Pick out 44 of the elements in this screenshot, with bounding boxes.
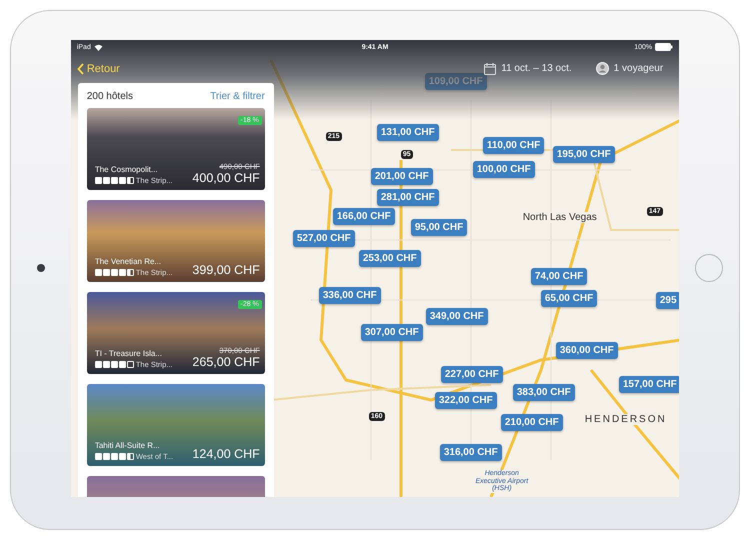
calendar-icon (484, 62, 496, 74)
price-pin[interactable]: 210,00 CHF (500, 414, 563, 431)
person-icon (596, 62, 609, 75)
price-pin[interactable]: 360,00 CHF (556, 342, 618, 359)
price-pin[interactable]: 201,00 CHF (370, 168, 433, 185)
wifi-icon (94, 44, 103, 50)
battery-icon (655, 43, 674, 51)
price-pin[interactable]: 253,00 CHF (358, 250, 421, 267)
hotel-name: The Cosmopolit... (94, 165, 159, 174)
home-button[interactable] (695, 254, 724, 282)
traveler-button[interactable]: 1 voyageur (596, 62, 664, 75)
chevron-left-icon (76, 62, 84, 74)
price-pin[interactable]: 281,00 CHF (376, 189, 439, 206)
price-pin[interactable]: 307,00 CHF (360, 324, 423, 341)
price-pin[interactable]: 295 (656, 292, 680, 309)
hotel-price: 400,00 CHF (192, 171, 260, 185)
price-pin[interactable]: 527,00 CHF (292, 230, 355, 247)
price-pin[interactable]: 74,00 CHF (530, 268, 588, 285)
price-pin[interactable]: 65,00 CHF (540, 290, 598, 307)
price-pin[interactable]: 131,00 CHF (376, 124, 439, 141)
price-pin[interactable]: 157,00 CHF (618, 376, 680, 393)
price-pin[interactable]: 166,00 CHF (332, 208, 395, 225)
place-label: North Las Vegas (520, 212, 599, 223)
date-button[interactable]: 11 oct. – 13 oct. (484, 62, 572, 75)
price-pin[interactable]: 383,00 CHF (512, 384, 575, 401)
hotel-name: The Venetian Re... (94, 257, 162, 266)
price-pin[interactable]: 322,00 CHF (434, 392, 497, 409)
price-pin[interactable]: 349,00 CHF (426, 308, 488, 325)
hotel-name: Tahiti All-Suite R... (94, 441, 161, 450)
price-pin[interactable]: 195,00 CHF (552, 146, 615, 163)
price-pin[interactable]: 110,00 CHF (482, 137, 544, 154)
hotel-price: 265,00 CHF (192, 355, 260, 369)
hotel-price: 124,00 CHF (192, 447, 260, 461)
camera-icon (36, 264, 45, 272)
price-pin[interactable]: 336,00 CHF (318, 287, 381, 304)
price-pin[interactable]: 95,00 CHF (410, 219, 468, 236)
hotel-name: TI - Treasure Isla... (94, 349, 163, 358)
hotel-price: 399,00 CHF (192, 263, 260, 277)
back-button[interactable]: Retour (76, 62, 120, 74)
hotel-count: 200 hôtels (86, 91, 133, 102)
price-pin[interactable]: 227,00 CHF (440, 366, 503, 383)
price-pin[interactable]: 316,00 CHF (440, 444, 502, 461)
price-pin[interactable]: 100,00 CHF (472, 161, 535, 178)
sort-filter-link[interactable]: Trier & filtrer (210, 91, 265, 102)
